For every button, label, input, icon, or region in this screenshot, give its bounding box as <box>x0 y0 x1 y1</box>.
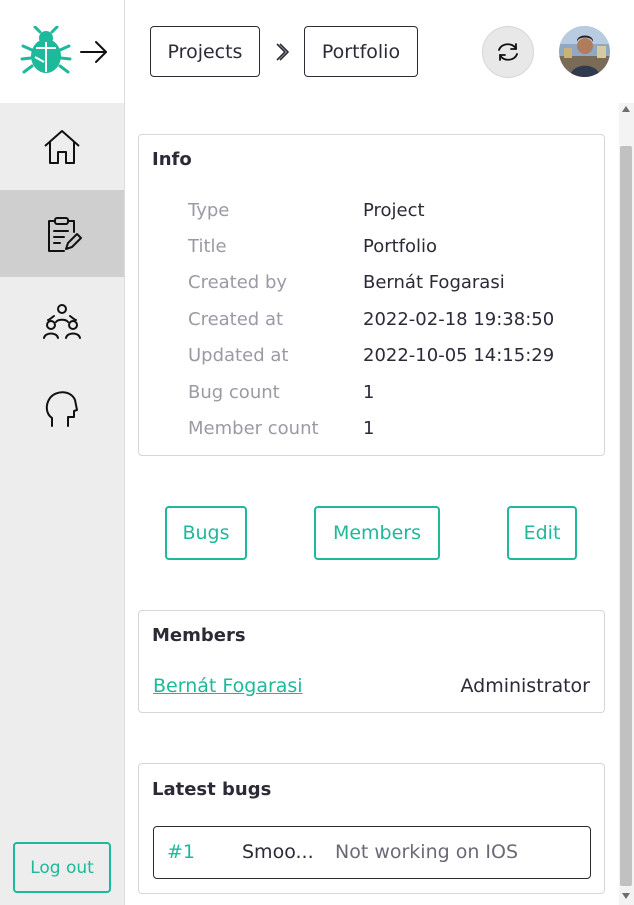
scrollbar-thumb[interactable] <box>620 146 632 886</box>
info-value: 2022-02-18 19:38:50 <box>363 309 555 330</box>
info-row: Member count 1 <box>188 418 588 448</box>
info-value: 2022-10-05 14:15:29 <box>363 345 555 366</box>
refresh-button[interactable] <box>482 26 534 78</box>
info-label: Updated at <box>188 345 289 366</box>
bug-logo-icon[interactable] <box>20 26 72 78</box>
scroll-down-arrow[interactable] <box>622 893 630 899</box>
team-icon <box>43 303 81 339</box>
info-label: Member count <box>188 418 319 439</box>
scroll-up-arrow[interactable] <box>622 106 630 112</box>
edit-button[interactable]: Edit <box>507 506 577 560</box>
latest-bugs-title: Latest bugs <box>152 779 272 800</box>
clipboard-edit-icon <box>48 216 82 252</box>
latest-bugs-card: Latest bugs #1 Smoo... Not working on IO… <box>138 763 605 894</box>
info-card: Info Type Project Title Portfolio Create… <box>138 134 605 456</box>
info-title: Info <box>152 149 192 170</box>
logout-button[interactable]: Log out <box>13 842 111 893</box>
info-row: Updated at 2022-10-05 14:15:29 <box>188 345 588 375</box>
bug-short-title: Smoo... <box>242 841 314 863</box>
user-avatar[interactable] <box>559 26 610 77</box>
info-row: Title Portfolio <box>188 236 588 266</box>
info-value: Bernát Fogarasi <box>363 272 505 293</box>
members-card: Members Bernát Fogarasi Administrator <box>138 610 605 713</box>
info-row: Created by Bernát Fogarasi <box>188 272 588 302</box>
members-button[interactable]: Members <box>314 506 440 560</box>
sidebar: Log out <box>0 0 125 905</box>
info-label: Created at <box>188 309 284 330</box>
breadcrumb-portfolio[interactable]: Portfolio <box>304 26 418 77</box>
info-value: Portfolio <box>363 236 438 257</box>
home-icon <box>44 129 80 164</box>
nav-item-team[interactable] <box>0 277 124 364</box>
info-row: Created at 2022-02-18 19:38:50 <box>188 309 588 339</box>
member-link[interactable]: Bernát Fogarasi <box>153 675 303 697</box>
info-value: 1 <box>363 382 375 403</box>
members-title: Members <box>152 625 246 646</box>
info-value: 1 <box>363 418 375 439</box>
bug-title: Not working on IOS <box>335 841 519 863</box>
info-label: Bug count <box>188 382 280 403</box>
nav-item-home[interactable] <box>0 103 124 190</box>
refresh-icon <box>498 43 518 61</box>
breadcrumb-projects[interactable]: Projects <box>150 26 260 77</box>
info-value: Project <box>363 200 425 221</box>
nav-item-profile[interactable] <box>0 364 124 451</box>
info-label: Title <box>188 236 227 257</box>
info-label: Type <box>188 200 230 221</box>
info-label: Created by <box>188 272 288 293</box>
chevron-right-icon <box>276 43 289 61</box>
avatar-photo <box>559 26 610 77</box>
info-row: Bug count 1 <box>188 382 588 412</box>
bug-id: #1 <box>167 841 196 863</box>
bugs-button[interactable]: Bugs <box>165 506 247 560</box>
logo-area <box>0 0 124 103</box>
arrow-right-icon[interactable] <box>78 36 110 68</box>
info-row: Type Project <box>188 200 588 230</box>
head-profile-icon <box>45 390 78 427</box>
nav-item-projects[interactable] <box>0 190 124 277</box>
bug-row[interactable]: #1 Smoo... Not working on IOS <box>153 826 591 879</box>
member-role: Administrator <box>460 675 590 697</box>
